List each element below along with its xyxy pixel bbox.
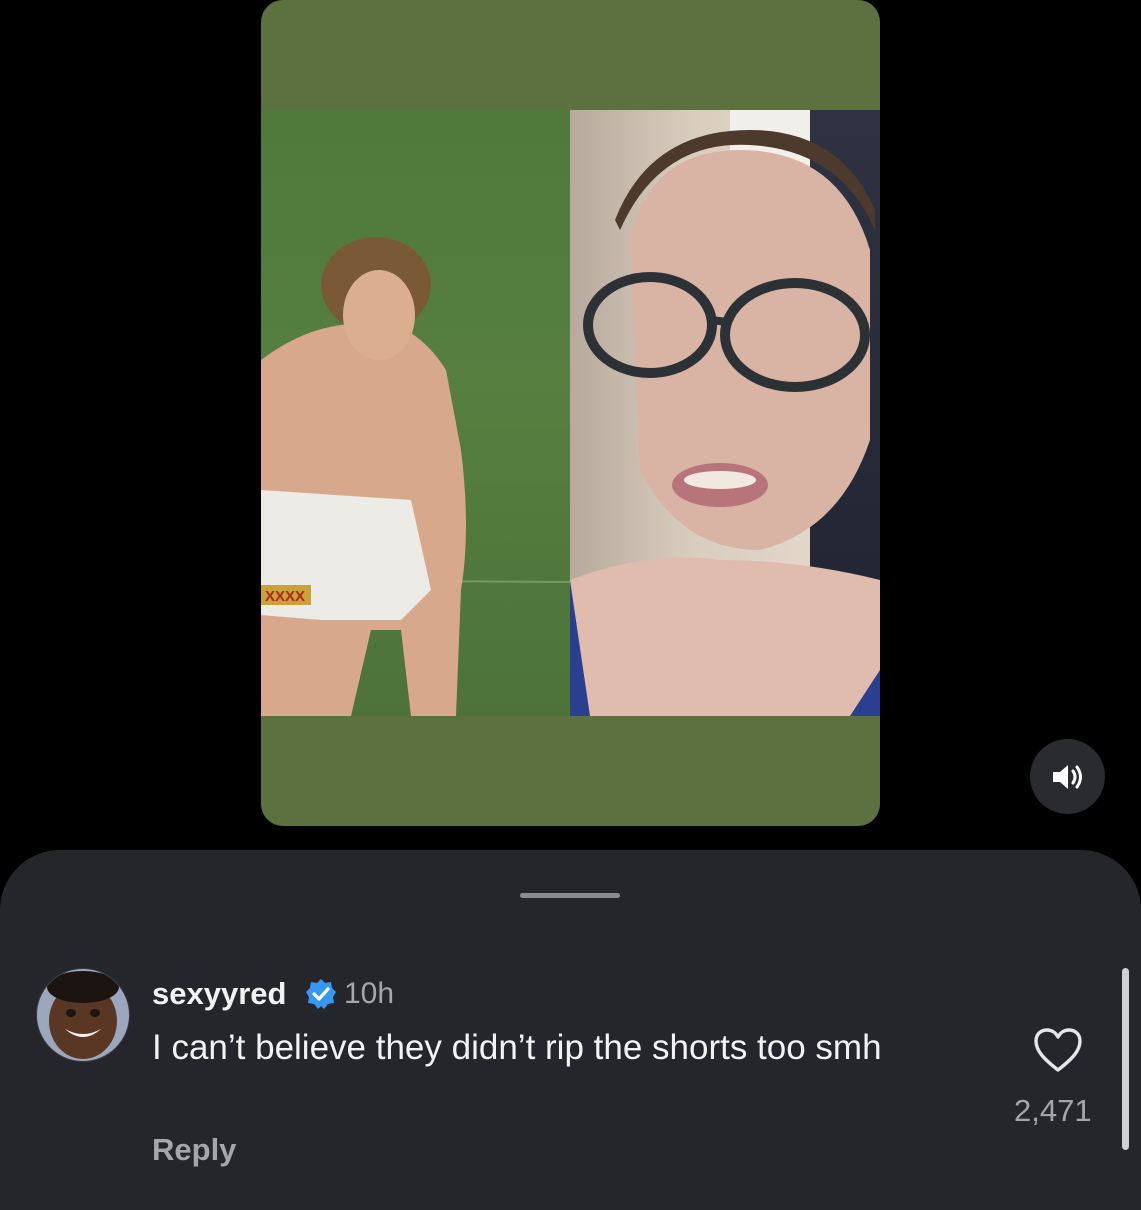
sheet-grabber-handle[interactable] bbox=[520, 893, 620, 898]
speaker-on-icon bbox=[1052, 764, 1082, 789]
comment-timestamp: 10h bbox=[344, 977, 395, 1010]
heart-outline-icon[interactable] bbox=[1032, 1026, 1084, 1074]
reply-button[interactable]: Reply bbox=[152, 1132, 236, 1168]
sound-toggle-button[interactable] bbox=[1030, 739, 1105, 814]
comment-text: I can’t believe they didn’t rip the shor… bbox=[152, 1028, 882, 1067]
left-video-panel: XXXX bbox=[261, 110, 570, 716]
avatar[interactable] bbox=[36, 968, 130, 1062]
rugby-player-image: XXXX bbox=[261, 237, 570, 716]
right-video-panel bbox=[570, 110, 880, 716]
video-card[interactable]: XXXX bbox=[261, 0, 880, 826]
shorts-logo: XXXX bbox=[265, 588, 305, 605]
verified-badge-icon bbox=[306, 979, 336, 1009]
woman-portrait-image bbox=[570, 130, 880, 716]
user-avatar bbox=[37, 969, 129, 1061]
like-count: 2,471 bbox=[1014, 1093, 1092, 1128]
comment-username[interactable]: sexyyred bbox=[152, 976, 286, 1012]
scrollbar[interactable] bbox=[1122, 968, 1129, 1150]
